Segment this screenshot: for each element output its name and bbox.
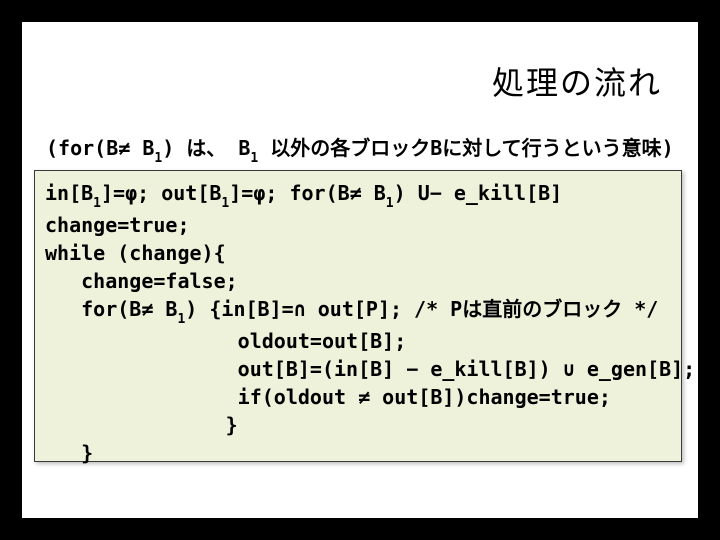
note-text-1: (for(B≠ B — [46, 136, 154, 160]
code-sub: 1 — [93, 196, 101, 211]
code-seg: ) {in[B]=∩ out[P]; /* Pは直前のブロック */ — [185, 297, 658, 321]
note-line: (for(B≠ B1) は、 B1 以外の各ブロックBに対して行うという意味) — [46, 132, 674, 164]
code-line-6: oldout=out[B]; — [45, 327, 671, 355]
note-text-2: ) は、 B — [162, 136, 250, 160]
code-sub: 1 — [386, 196, 394, 211]
code-line-7: out[B]=(in[B] − e_kill[B]) ∪ e_gen[B]; — [45, 355, 671, 383]
code-sub: 1 — [177, 312, 185, 327]
code-box: in[B1]=φ; out[B1]=φ; for(B≠ B1) U− e_kil… — [34, 170, 682, 462]
code-line-4: change=false; — [45, 267, 671, 295]
slide-title: 処理の流れ — [492, 58, 662, 104]
code-line-3: while (change){ — [45, 239, 671, 267]
code-seg: ]=φ; for(B≠ B — [229, 181, 386, 205]
code-line-10: } — [45, 439, 671, 467]
code-seg: for(B≠ B — [45, 297, 177, 321]
code-seg: in[B — [45, 181, 93, 205]
note-text-3: 以外の各ブロックBに対して行うという意味) — [258, 136, 674, 160]
code-line-9: } — [45, 411, 671, 439]
code-seg: ]=φ; out[B — [101, 181, 221, 205]
code-line-1: in[B1]=φ; out[B1]=φ; for(B≠ B1) U− e_kil… — [45, 179, 671, 211]
code-sub: 1 — [221, 196, 229, 211]
note-sub-1: 1 — [154, 151, 162, 166]
code-line-5: for(B≠ B1) {in[B]=∩ out[P]; /* Pは直前のブロック… — [45, 295, 671, 327]
code-seg: ) U− e_kill[B] — [394, 181, 563, 205]
note-sub-2: 1 — [250, 151, 258, 166]
slide: 処理の流れ (for(B≠ B1) は、 B1 以外の各ブロックBに対して行うと… — [22, 22, 698, 518]
code-line-2: change=true; — [45, 211, 671, 239]
code-line-8: if(oldout ≠ out[B])change=true; — [45, 383, 671, 411]
